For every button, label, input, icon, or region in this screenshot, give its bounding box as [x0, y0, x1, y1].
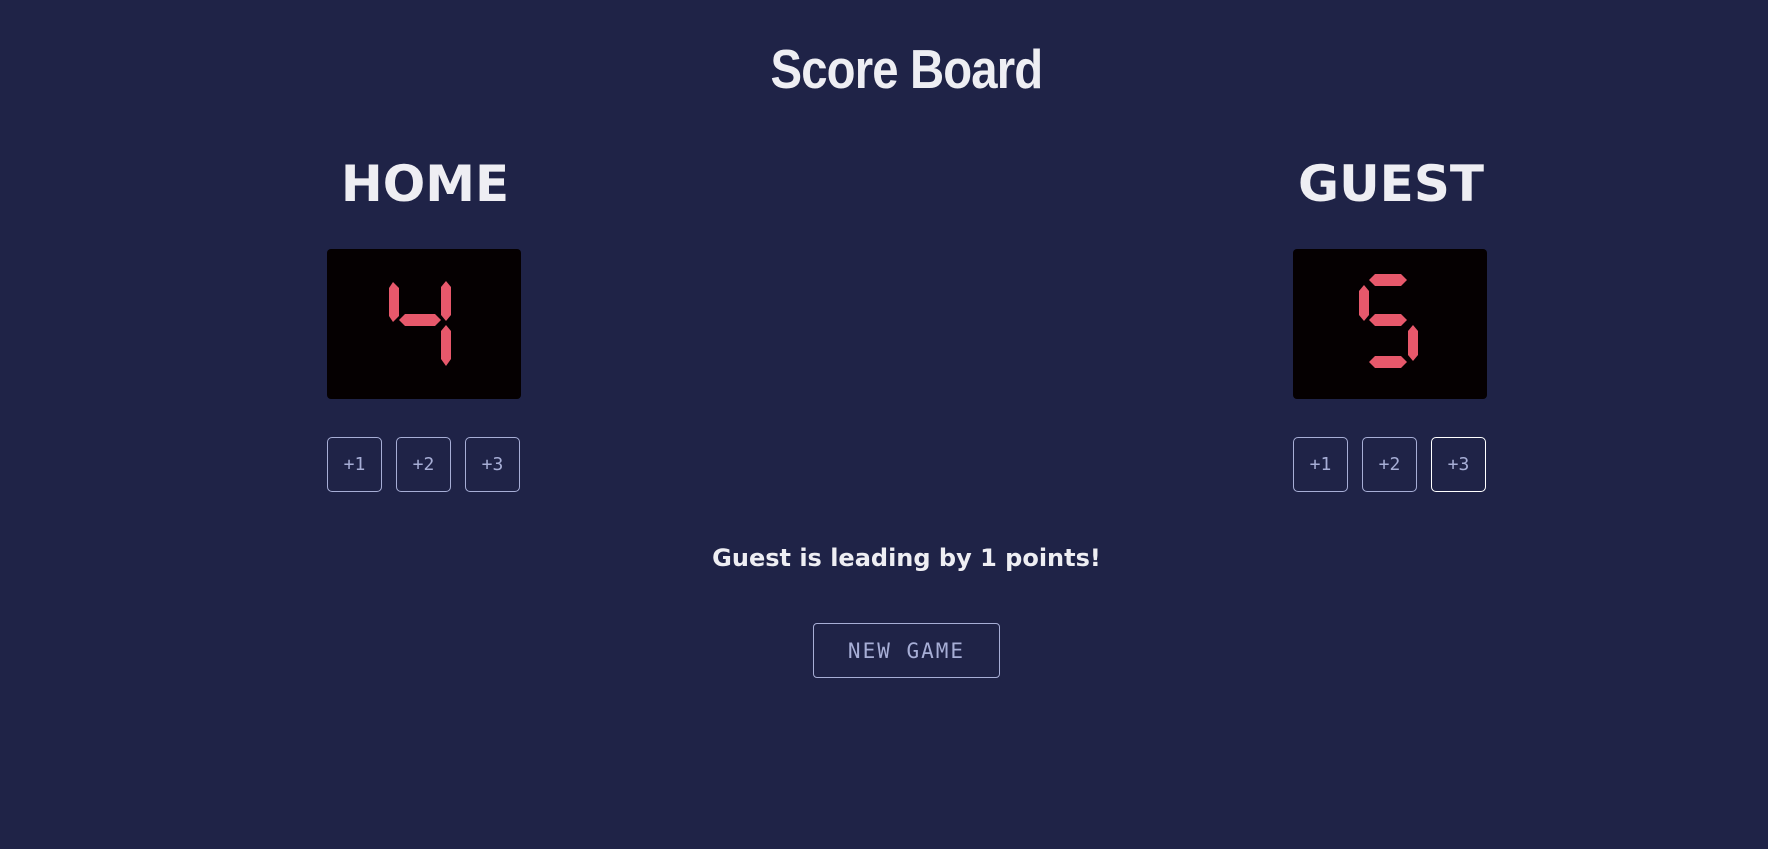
- guest-add-2-button[interactable]: +2: [1362, 437, 1417, 492]
- home-score-digit: [389, 281, 451, 366]
- guest-score-display: [1293, 249, 1487, 399]
- digit-5-segments: [1359, 274, 1418, 368]
- scoreboard-page: Score Board HOME +1 +2 +3 GUEST +1 +2 +3…: [0, 0, 1768, 849]
- guest-add-1-button[interactable]: +1: [1293, 437, 1348, 492]
- home-add-1-button[interactable]: +1: [327, 437, 382, 492]
- home-team-name: HOME: [340, 155, 510, 213]
- page-title: Score Board: [770, 38, 1044, 100]
- digit-4-segments: [389, 281, 451, 366]
- guest-button-row: +1 +2 +3: [1293, 437, 1489, 493]
- guest-team-name: GUEST: [1298, 155, 1484, 213]
- new-game-button[interactable]: NEW GAME: [813, 623, 1000, 678]
- home-score-display: [327, 249, 521, 399]
- guest-score-digit: [1359, 274, 1418, 368]
- home-button-row: +1 +2 +3: [327, 437, 523, 493]
- home-add-3-button[interactable]: +3: [465, 437, 520, 492]
- leader-status-message: Guest is leading by 1 points!: [712, 544, 1101, 572]
- guest-add-3-button[interactable]: +3: [1431, 437, 1486, 492]
- home-add-2-button[interactable]: +2: [396, 437, 451, 492]
